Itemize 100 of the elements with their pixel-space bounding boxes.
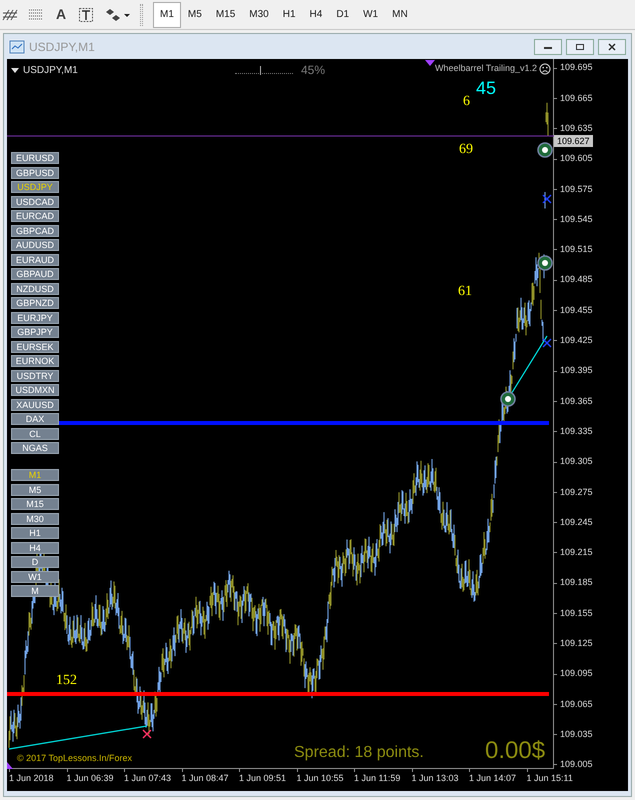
symbol-button[interactable]: USDMXN (11, 384, 59, 396)
symbol-button[interactable]: EURUSD (11, 152, 59, 164)
grid-lines-icon[interactable] (2, 8, 18, 22)
symbol-button[interactable]: DAX (11, 413, 59, 425)
symbol-label: USDJPY,M1 (23, 64, 78, 78)
price-label: 109.185 (560, 576, 593, 590)
price-label: 109.605 (560, 152, 593, 166)
chart-number: 6 (463, 95, 470, 109)
minimize-button[interactable] (534, 38, 562, 54)
close-button[interactable] (598, 38, 626, 54)
symbol-button[interactable]: AUDUSD (11, 239, 59, 251)
timeframe-button[interactable]: M (11, 585, 59, 597)
price-label: 109.065 (560, 698, 593, 711)
symbol-button[interactable]: USDTRY (11, 370, 59, 382)
timeframe-button[interactable]: M1 (11, 469, 59, 481)
timeframe-button[interactable]: H4 (11, 542, 59, 554)
symbol-button[interactable]: EURJPY (11, 312, 59, 324)
timeframe-button[interactable]: M5 (11, 484, 59, 496)
price-label: 109.305 (560, 455, 593, 468)
price-label: 109.005 (560, 758, 593, 772)
price-label: 109.695 (560, 61, 593, 74)
timeframe-tab[interactable]: M30 (242, 2, 276, 28)
cross-marker-icon (542, 338, 552, 348)
symbol-button[interactable]: GBPAUD (11, 268, 59, 280)
price-label: 109.095 (560, 667, 593, 680)
price-label: 109.545 (560, 212, 593, 226)
price-label: 109.635 (560, 122, 593, 135)
dotted-lines-icon[interactable] (28, 8, 44, 22)
time-label: 1 Jun 09:51 (239, 772, 288, 785)
text-tool[interactable]: A (54, 4, 68, 25)
progress-text: 45% (301, 62, 326, 79)
chart-number: 69 (459, 143, 473, 157)
symbol-button[interactable]: USDJPY (11, 181, 59, 193)
price-label: 109.035 (560, 728, 593, 741)
timeframe-tab[interactable]: H4 (302, 2, 330, 28)
price-label: 109.665 (560, 92, 593, 105)
timeframe-tab[interactable]: H1 (276, 2, 303, 28)
price-label: 109.455 (560, 304, 593, 317)
position-marker-icon (500, 391, 516, 407)
chart-number: 61 (458, 285, 472, 299)
time-label: 1 Jun 08:47 (182, 772, 230, 785)
price-label: 109.125 (560, 637, 593, 650)
timeframe-button[interactable]: M30 (11, 512, 59, 524)
symbol-button[interactable]: USDCAD (11, 196, 59, 208)
timeframe-button[interactable]: M15 (11, 498, 59, 510)
time-label: 1 Jun 14:07 (469, 772, 518, 785)
time-label: 1 Jun 11:59 (354, 772, 402, 785)
chart-number: 45 (476, 79, 496, 97)
shapes-dropdown-icon[interactable] (104, 8, 130, 22)
symbol-button[interactable]: EURAUD (11, 254, 59, 266)
price-label: 109.515 (560, 243, 593, 256)
copyright-text: © 2017 TopLessons.In/Forex (17, 752, 132, 765)
timeframe-tab[interactable]: M15 (208, 2, 242, 28)
symbol-button[interactable]: GBPUSD (11, 166, 59, 178)
symbol-button[interactable]: XAUUSD (11, 398, 59, 410)
close-icon (607, 42, 617, 50)
text-label-icon[interactable] (78, 6, 94, 22)
price-label: 109.425 (560, 334, 593, 348)
timeframe-button[interactable]: W1 (11, 570, 59, 582)
time-label: 1 Jun 10:55 (296, 772, 345, 785)
chart-window-icon (9, 40, 25, 54)
time-label: 1 Jun 06:39 (66, 772, 115, 785)
symbol-button[interactable]: NGAS (11, 442, 59, 454)
profit-text: 0.00$ (485, 736, 546, 766)
maximize-button[interactable] (566, 38, 594, 54)
symbol-button[interactable]: EURSEK (11, 340, 59, 352)
cross-marker-icon (142, 729, 152, 739)
current-price-label: 109.627 (554, 135, 593, 147)
price-label: 109.365 (560, 394, 593, 408)
progress-gauge (235, 66, 293, 74)
symbol-button[interactable]: CL (11, 428, 59, 440)
maximize-icon (575, 42, 585, 50)
symbol-button[interactable]: GBPNZD (11, 297, 59, 309)
chart-number: 152 (56, 674, 77, 688)
timeframe-tab[interactable]: M5 (180, 2, 209, 28)
symbol-button[interactable]: GBPJPY (11, 326, 59, 338)
price-label: 109.395 (560, 364, 593, 378)
symbol-button[interactable]: EURCAD (11, 210, 59, 222)
time-label: 1 Jun 15:11 (526, 772, 574, 785)
position-marker-icon (537, 255, 553, 271)
price-label: 109.335 (560, 424, 593, 438)
timeframe-tab[interactable]: W1 (356, 2, 386, 28)
sad-face-icon (539, 62, 551, 75)
window-title: USDJPY,M1 (29, 38, 96, 56)
symbol-button[interactable]: EURNOK (11, 355, 59, 367)
timeframe-tab[interactable]: MN (385, 2, 415, 28)
price-label: 109.485 (560, 273, 593, 286)
timeframe-button[interactable]: D (11, 556, 59, 568)
cross-marker-icon (542, 194, 552, 204)
price-label: 109.575 (560, 182, 593, 196)
symbol-button[interactable]: GBPCAD (11, 224, 59, 236)
dropdown-icon[interactable] (11, 68, 19, 73)
time-label: 1 Jun 13:03 (412, 772, 460, 785)
indicator-name: Wheelbarrel Trailing_v1.2 (434, 62, 537, 75)
price-label: 109.215 (560, 546, 593, 560)
symbol-button[interactable]: NZDUSD (11, 282, 59, 294)
triangle-marker-icon (7, 762, 13, 769)
timeframe-tab[interactable]: D1 (329, 2, 356, 28)
timeframe-button[interactable]: H1 (11, 527, 59, 539)
timeframe-tab[interactable]: M1 (153, 2, 181, 28)
